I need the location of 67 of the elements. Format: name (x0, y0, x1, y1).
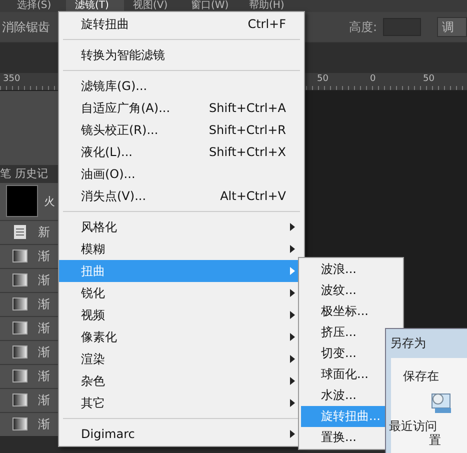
document-icon (12, 224, 28, 240)
ruler-number: 0 (370, 74, 376, 84)
gradient-icon (12, 392, 28, 408)
ruler-number: 50 (423, 74, 434, 84)
gradient-icon (12, 368, 28, 384)
submenu-arrow-icon (290, 223, 295, 231)
history-item[interactable]: 新 (0, 220, 60, 244)
menu-item[interactable]: 液化(L)... Shift+Ctrl+X (59, 141, 304, 163)
history-item[interactable]: 渐 (0, 292, 60, 316)
menu-item[interactable]: 渲染 (59, 348, 304, 370)
gradient-icon (12, 272, 28, 288)
adjust-button[interactable]: 调 (437, 17, 467, 37)
gradient-icon (12, 248, 28, 264)
dialog-title: 另存为 (389, 335, 427, 352)
ruler-number: 350 (3, 74, 20, 84)
submenu-arrow-icon (290, 430, 295, 438)
menu-item[interactable]: 锐化 (59, 282, 304, 304)
history-item[interactable]: 渐 (0, 364, 60, 388)
submenu-arrow-icon (290, 333, 295, 341)
menu-item[interactable]: 自适应广角(A)... Shift+Ctrl+A (59, 97, 304, 119)
snapshot-thumbnail (6, 185, 38, 218)
panel-tab[interactable]: 笔 (0, 166, 11, 182)
menu-item[interactable]: 像素化 (59, 326, 304, 348)
menu-item[interactable]: 杂色 (59, 370, 304, 392)
history-item[interactable]: 渐 (0, 412, 60, 436)
menu-item[interactable]: 消失点(V)... Alt+Ctrl+V (59, 185, 304, 207)
submenu-arrow-icon (290, 377, 295, 385)
menu-item[interactable]: 极坐标... (301, 301, 401, 322)
panel-tab[interactable]: 历史记 (15, 166, 48, 182)
menu-title[interactable]: 帮助(H) (240, 0, 298, 12)
history-item[interactable]: 渐 (0, 388, 60, 412)
menu-item[interactable]: 视频 (59, 304, 304, 326)
menu-item[interactable]: 模糊 (59, 238, 304, 260)
height-field[interactable] (383, 18, 421, 36)
gradient-icon (12, 416, 28, 432)
ruler-number: 50 (317, 74, 328, 84)
menu-item[interactable]: 镜头校正(R)... Shift+Ctrl+R (59, 119, 304, 141)
menu-item[interactable]: 波纹... (301, 280, 401, 301)
menu-item[interactable]: 风格化 (59, 216, 304, 238)
submenu-arrow-icon (290, 289, 295, 297)
anti-alias-label: 消除锯齿 (2, 18, 50, 36)
menu-item[interactable]: 波浪... (301, 259, 401, 280)
gradient-icon (12, 320, 28, 336)
snapshot-label: 火 (44, 194, 55, 209)
menu-title[interactable]: 视图(V) (124, 0, 182, 12)
submenu-arrow-icon (290, 267, 295, 275)
history-item[interactable]: 渐 (0, 340, 60, 364)
submenu-arrow-icon (290, 245, 295, 253)
menu-title[interactable]: 滤镜(T) (66, 0, 124, 12)
menu-item[interactable]: 其它 (59, 392, 304, 414)
submenu-arrow-icon (290, 355, 295, 363)
gradient-icon (12, 344, 28, 360)
submenu-arrow-icon (290, 399, 295, 407)
menu-item[interactable]: 滤镜库(G)... (59, 75, 304, 97)
gradient-icon (12, 296, 28, 312)
history-item[interactable]: 渐 (0, 268, 60, 292)
history-item[interactable]: 渐 (0, 244, 60, 268)
submenu-arrow-icon (290, 311, 295, 319)
menu-title[interactable]: 选择(S) (8, 0, 66, 12)
menu-item[interactable]: 转换为智能滤镜 (59, 44, 304, 66)
height-label: 高度: (348, 18, 377, 36)
recent-places-label: 置 (429, 432, 441, 449)
menu-item[interactable]: 油画(O)... (59, 163, 304, 185)
save-in-label: 保存在 (403, 368, 439, 385)
menu-item[interactable]: 旋转扭曲 Ctrl+F (59, 13, 304, 35)
menu-item[interactable]: Digimarc (59, 423, 304, 445)
history-item[interactable]: 渐 (0, 316, 60, 340)
